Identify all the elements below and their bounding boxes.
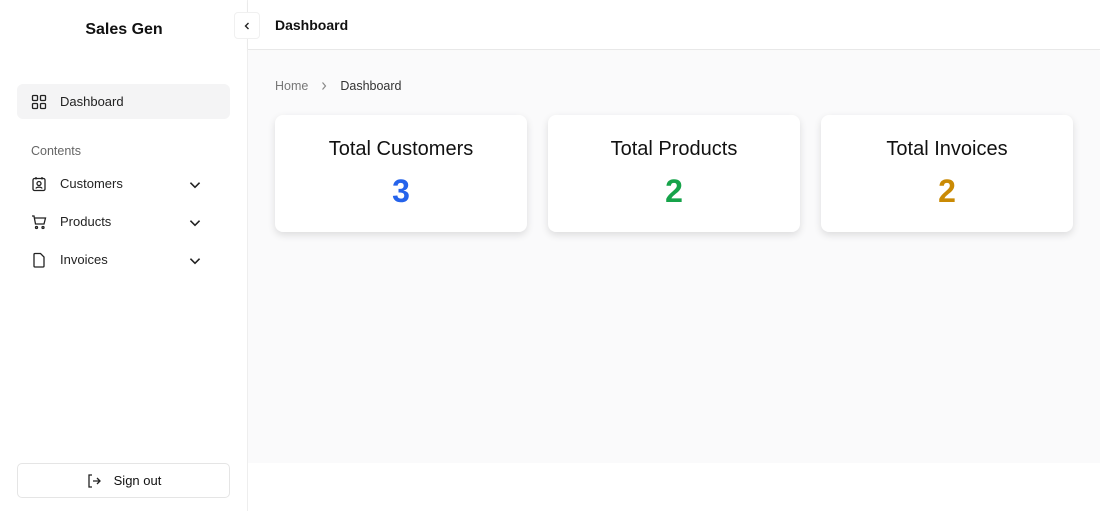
card-value: 3 — [392, 173, 410, 209]
contact-icon — [32, 176, 46, 191]
file-icon — [33, 252, 45, 268]
sidebar-item-products[interactable]: Products — [17, 204, 230, 239]
chevron-left-icon — [244, 22, 249, 29]
logout-icon — [87, 473, 101, 488]
sidebar-item-dashboard[interactable]: Dashboard — [17, 84, 230, 119]
total-customers-card: Total Customers 3 — [275, 115, 527, 232]
page-title: Dashboard — [275, 17, 349, 33]
card-value: 2 — [665, 173, 683, 209]
chevron-right-icon — [322, 82, 327, 90]
cart-icon — [32, 214, 47, 229]
collapse-sidebar-button[interactable] — [234, 12, 260, 39]
grid-icon — [31, 94, 47, 109]
card-title: Total Products — [610, 138, 738, 160]
sidebar: Sales Gen Dashboard Contents Customers P… — [0, 0, 248, 511]
chevron-down-icon[interactable] — [187, 177, 203, 193]
chevron-down-icon[interactable] — [187, 253, 203, 269]
sign-out-label: Sign out — [113, 473, 162, 488]
sidebar-item-invoices[interactable]: Invoices — [17, 242, 230, 277]
main-content: Home Dashboard Total Customers 3 Total P… — [248, 51, 1100, 463]
chevron-down-icon[interactable] — [187, 215, 203, 231]
section-label: Contents — [31, 144, 82, 158]
sidebar-item-label: Customers — [60, 176, 123, 191]
app-name: Sales Gen — [85, 21, 163, 38]
top-header: Dashboard — [248, 0, 1100, 50]
card-title: Total Customers — [328, 138, 474, 160]
card-title: Total Invoices — [886, 138, 1008, 160]
sidebar-item-customers[interactable]: Customers — [17, 166, 230, 201]
breadcrumb: Home Dashboard — [275, 79, 402, 93]
sidebar-item-label: Dashboard — [60, 94, 124, 109]
breadcrumb-current: Dashboard — [340, 79, 402, 93]
sidebar-item-label: Products — [60, 214, 112, 229]
breadcrumb-home[interactable]: Home — [275, 79, 308, 93]
total-products-card: Total Products 2 — [548, 115, 800, 232]
sidebar-item-label: Invoices — [60, 252, 108, 267]
total-invoices-card: Total Invoices 2 — [821, 115, 1073, 232]
card-value: 2 — [938, 173, 956, 209]
sign-out-button[interactable]: Sign out — [17, 463, 230, 498]
